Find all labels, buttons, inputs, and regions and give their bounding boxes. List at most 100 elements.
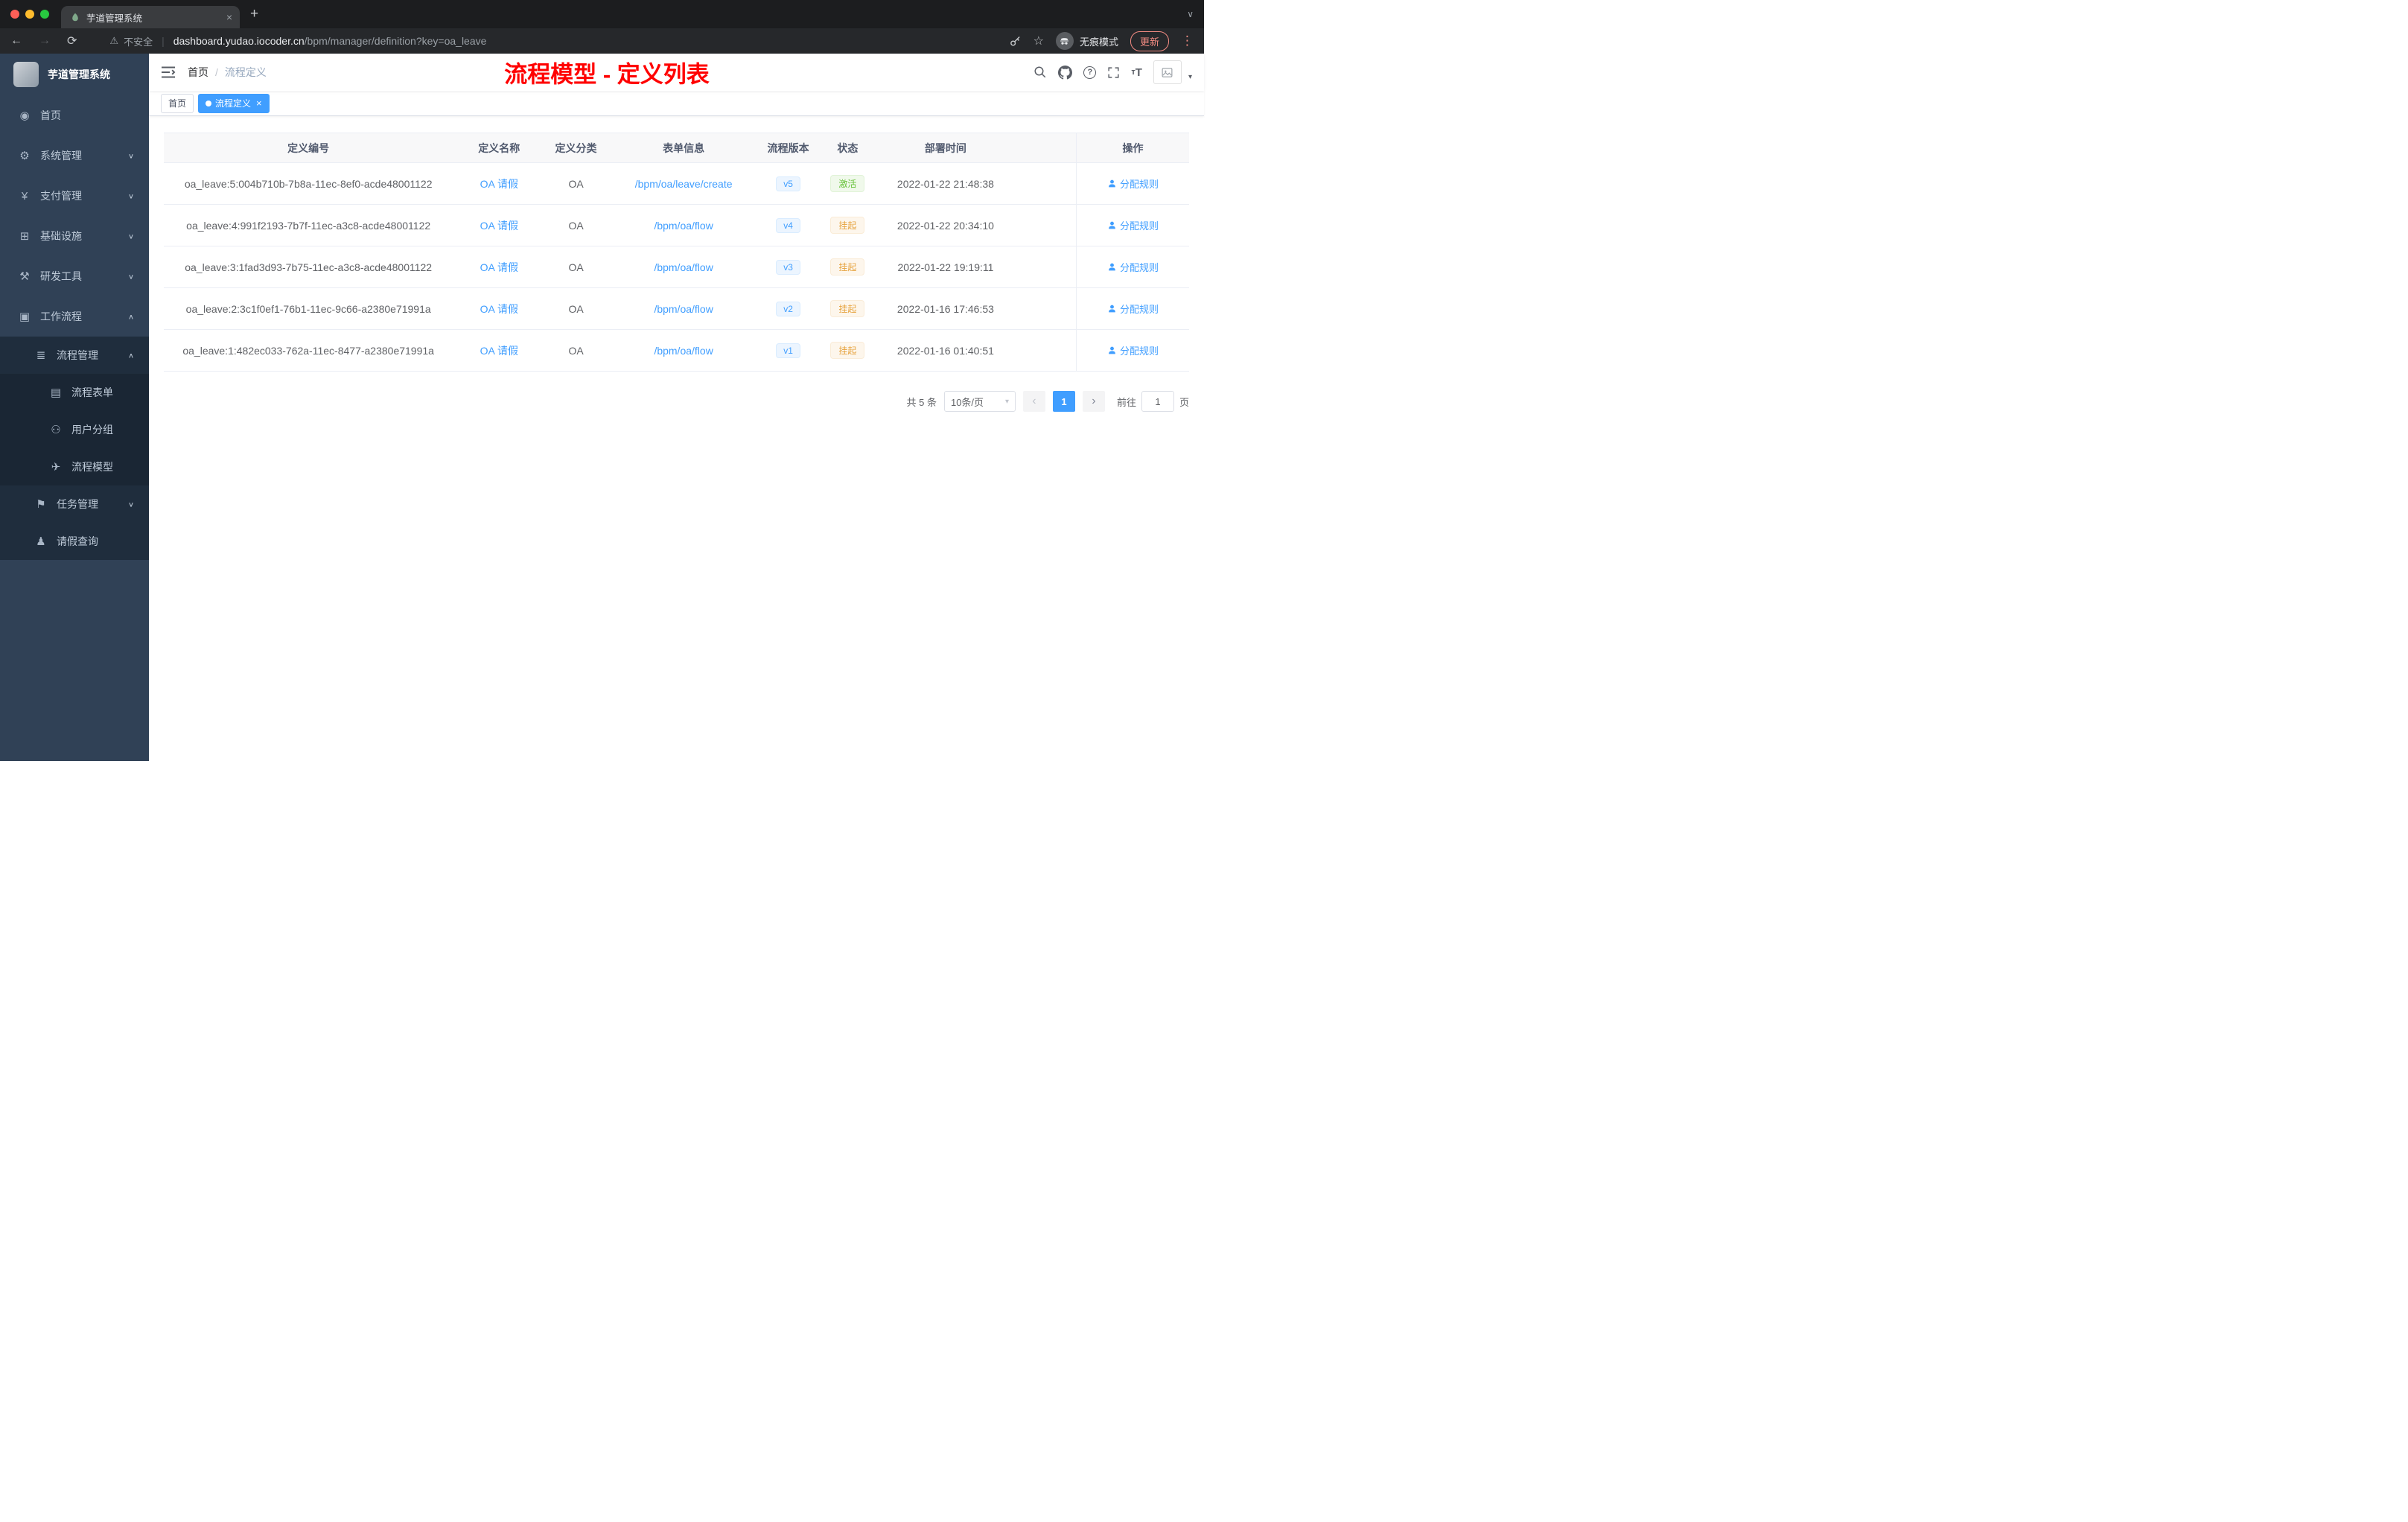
forward-icon[interactable]: → — [39, 34, 51, 48]
sidebar-item-process-form[interactable]: ▤ 流程表单 — [0, 374, 149, 411]
sidebar-item-devtools[interactable]: ⚒ 研发工具 ∨ — [0, 256, 149, 296]
table-row: oa_leave:5:004b710b-7b8a-11ec-8ef0-acde4… — [164, 162, 1189, 205]
page-size-select[interactable]: 10条/页 ▾ — [943, 391, 1016, 412]
definition-name-link[interactable]: OA 请假 — [480, 345, 518, 357]
broken-image-icon — [1162, 67, 1173, 77]
incognito-label: 无痕模式 — [1079, 36, 1118, 48]
sidebar-item-label: 系统管理 — [40, 150, 82, 162]
page-jump-input[interactable] — [1141, 391, 1174, 412]
definition-name-cell: OA 请假 — [453, 287, 546, 330]
reload-icon[interactable]: ⟳ — [67, 34, 77, 48]
sidebar-item-label: 请假查询 — [57, 535, 98, 547]
form-link[interactable]: /bpm/oa/flow — [654, 220, 713, 232]
font-size-icon[interactable]: тT — [1131, 66, 1142, 79]
password-key-icon[interactable] — [1009, 35, 1022, 48]
tab-close-icon[interactable]: × — [226, 11, 232, 23]
status-tag: 挂起 — [830, 300, 865, 317]
window-minimize-button[interactable] — [25, 10, 34, 19]
prev-page-button[interactable]: ‹ — [1022, 391, 1045, 412]
sidebar-item-label: 流程管理 — [57, 349, 98, 361]
sidebar-item-process-model[interactable]: ✈ 流程模型 — [0, 448, 149, 485]
window-zoom-button[interactable] — [40, 10, 49, 19]
help-icon[interactable]: ? — [1083, 66, 1097, 79]
definition-name-link[interactable]: OA 请假 — [480, 178, 518, 190]
definition-name-link[interactable]: OA 请假 — [480, 220, 518, 232]
breadcrumb-home[interactable]: 首页 — [188, 65, 208, 80]
definition-name-link[interactable]: OA 请假 — [480, 303, 518, 315]
window-close-button[interactable] — [10, 10, 19, 19]
close-icon[interactable]: × — [256, 98, 262, 109]
tags-view-item[interactable]: 首页 — [161, 93, 194, 113]
assign-rule-link[interactable]: 分配规则 — [1107, 176, 1159, 191]
filler-cell — [1011, 287, 1077, 330]
sidebar-item-payment[interactable]: ¥ 支付管理 ∨ — [0, 176, 149, 216]
column-header: 状态 — [815, 133, 880, 163]
tags-view-item[interactable]: 流程定义 × — [198, 93, 270, 113]
user-avatar[interactable] — [1153, 60, 1182, 84]
sidebar-item-label: 流程表单 — [71, 386, 113, 398]
fullscreen-icon[interactable] — [1107, 66, 1120, 79]
new-tab-button[interactable]: + — [250, 6, 258, 22]
form-link[interactable]: /bpm/oa/leave/create — [635, 178, 733, 190]
version-tag: v1 — [776, 343, 800, 358]
sidebar-item-task-mgmt[interactable]: ⚑ 任务管理 ∨ — [0, 485, 149, 523]
url-field[interactable]: dashboard.yudao.iocoder.cn/bpm/manager/d… — [173, 35, 1000, 47]
table-row: oa_leave:2:3c1f0ef1-76b1-11ec-9c66-a2380… — [164, 287, 1189, 330]
sidebar-item-process-mgmt[interactable]: ≣ 流程管理 ∧ — [0, 337, 149, 374]
status-cell: 挂起 — [815, 287, 880, 330]
user-icon — [1109, 221, 1115, 229]
tab-search-icon[interactable]: ∨ — [1187, 9, 1194, 19]
sidebar-item-leave-query[interactable]: ♟ 请假查询 — [0, 523, 149, 560]
chevron-down-icon: ∨ — [127, 500, 134, 509]
sidebar-item-label: 工作流程 — [40, 311, 82, 322]
sidebar-item-workflow[interactable]: ▣ 工作流程 ∧ — [0, 296, 149, 337]
chevron-down-icon[interactable]: ▾ — [1188, 73, 1192, 81]
sidebar-item-system[interactable]: ⚙ 系统管理 ∨ — [0, 136, 149, 176]
task-icon: ⚑ — [36, 498, 46, 511]
status-tag: 挂起 — [830, 217, 865, 234]
search-icon[interactable] — [1033, 66, 1047, 79]
definition-name-link[interactable]: OA 请假 — [480, 261, 518, 273]
chevron-down-icon: ∨ — [127, 192, 134, 200]
address-bar-actions: ☆ 无痕模式 更新 ⋮ — [1009, 31, 1194, 51]
sidebar-item-home[interactable]: ◉ 首页 — [0, 95, 149, 136]
form-link[interactable]: /bpm/oa/flow — [654, 345, 713, 357]
tag-label: 首页 — [168, 98, 187, 109]
category-cell: OA — [545, 246, 607, 288]
assign-rule-link[interactable]: 分配规则 — [1107, 260, 1159, 274]
yen-icon: ¥ — [21, 189, 28, 203]
bookmark-star-icon[interactable]: ☆ — [1033, 34, 1044, 48]
page-annotation: 流程模型 - 定义列表 — [504, 61, 710, 88]
definition-name-cell: OA 请假 — [453, 329, 546, 372]
assign-rule-link[interactable]: 分配规则 — [1107, 302, 1159, 316]
page-number-button[interactable]: 1 — [1052, 391, 1075, 412]
form-link[interactable]: /bpm/oa/flow — [654, 261, 713, 273]
next-page-button[interactable]: › — [1082, 391, 1105, 412]
url-path: /bpm/manager/definition?key=oa_leave — [304, 35, 487, 47]
sidebar-item-user-group[interactable]: ⚇ 用户分组 — [0, 411, 149, 448]
sidebar-item-label: 支付管理 — [40, 190, 82, 202]
github-icon[interactable] — [1058, 65, 1073, 80]
browser-update-button[interactable]: 更新 — [1130, 31, 1169, 51]
site-security-chip[interactable]: ⚠ 不安全 — [109, 34, 153, 48]
back-icon[interactable]: ← — [10, 34, 22, 48]
sidebar-menu: ◉ 首页 ⚙ 系统管理 ∨ ¥ 支付管理 ∨ ⊞ 基础设施 ∨ ⚒ 研发工具 ∨ ▣ 工作流程 ∧ ≣ 流程管理 ∧ ▤… — [0, 95, 149, 560]
sidebar-toggle-icon[interactable] — [161, 66, 176, 79]
tag-label: 流程定义 — [215, 98, 252, 109]
logo-avatar — [13, 62, 39, 87]
incognito-indicator: 无痕模式 — [1055, 32, 1118, 50]
sidebar-item-infrastructure[interactable]: ⊞ 基础设施 ∨ — [0, 216, 149, 256]
window-controls — [10, 10, 49, 19]
user-icon — [1109, 179, 1115, 188]
form-link[interactable]: /bpm/oa/flow — [654, 303, 713, 315]
browser-menu-icon[interactable]: ⋮ — [1181, 34, 1194, 48]
assign-rule-link[interactable]: 分配规则 — [1107, 343, 1159, 357]
status-tag: 挂起 — [830, 258, 865, 276]
browser-tab[interactable]: 芋道管理系统 × — [61, 6, 240, 28]
column-header: 定义名称 — [453, 133, 546, 163]
goto-unit: 页 — [1179, 396, 1189, 408]
sidebar-logo[interactable]: 芋道管理系统 — [0, 54, 149, 95]
assign-rule-link[interactable]: 分配规则 — [1107, 218, 1159, 232]
address-bar: ← → ⟳ ⚠ 不安全 | dashboard.yudao.iocoder.cn… — [0, 28, 1204, 54]
version-tag: v2 — [776, 301, 800, 316]
